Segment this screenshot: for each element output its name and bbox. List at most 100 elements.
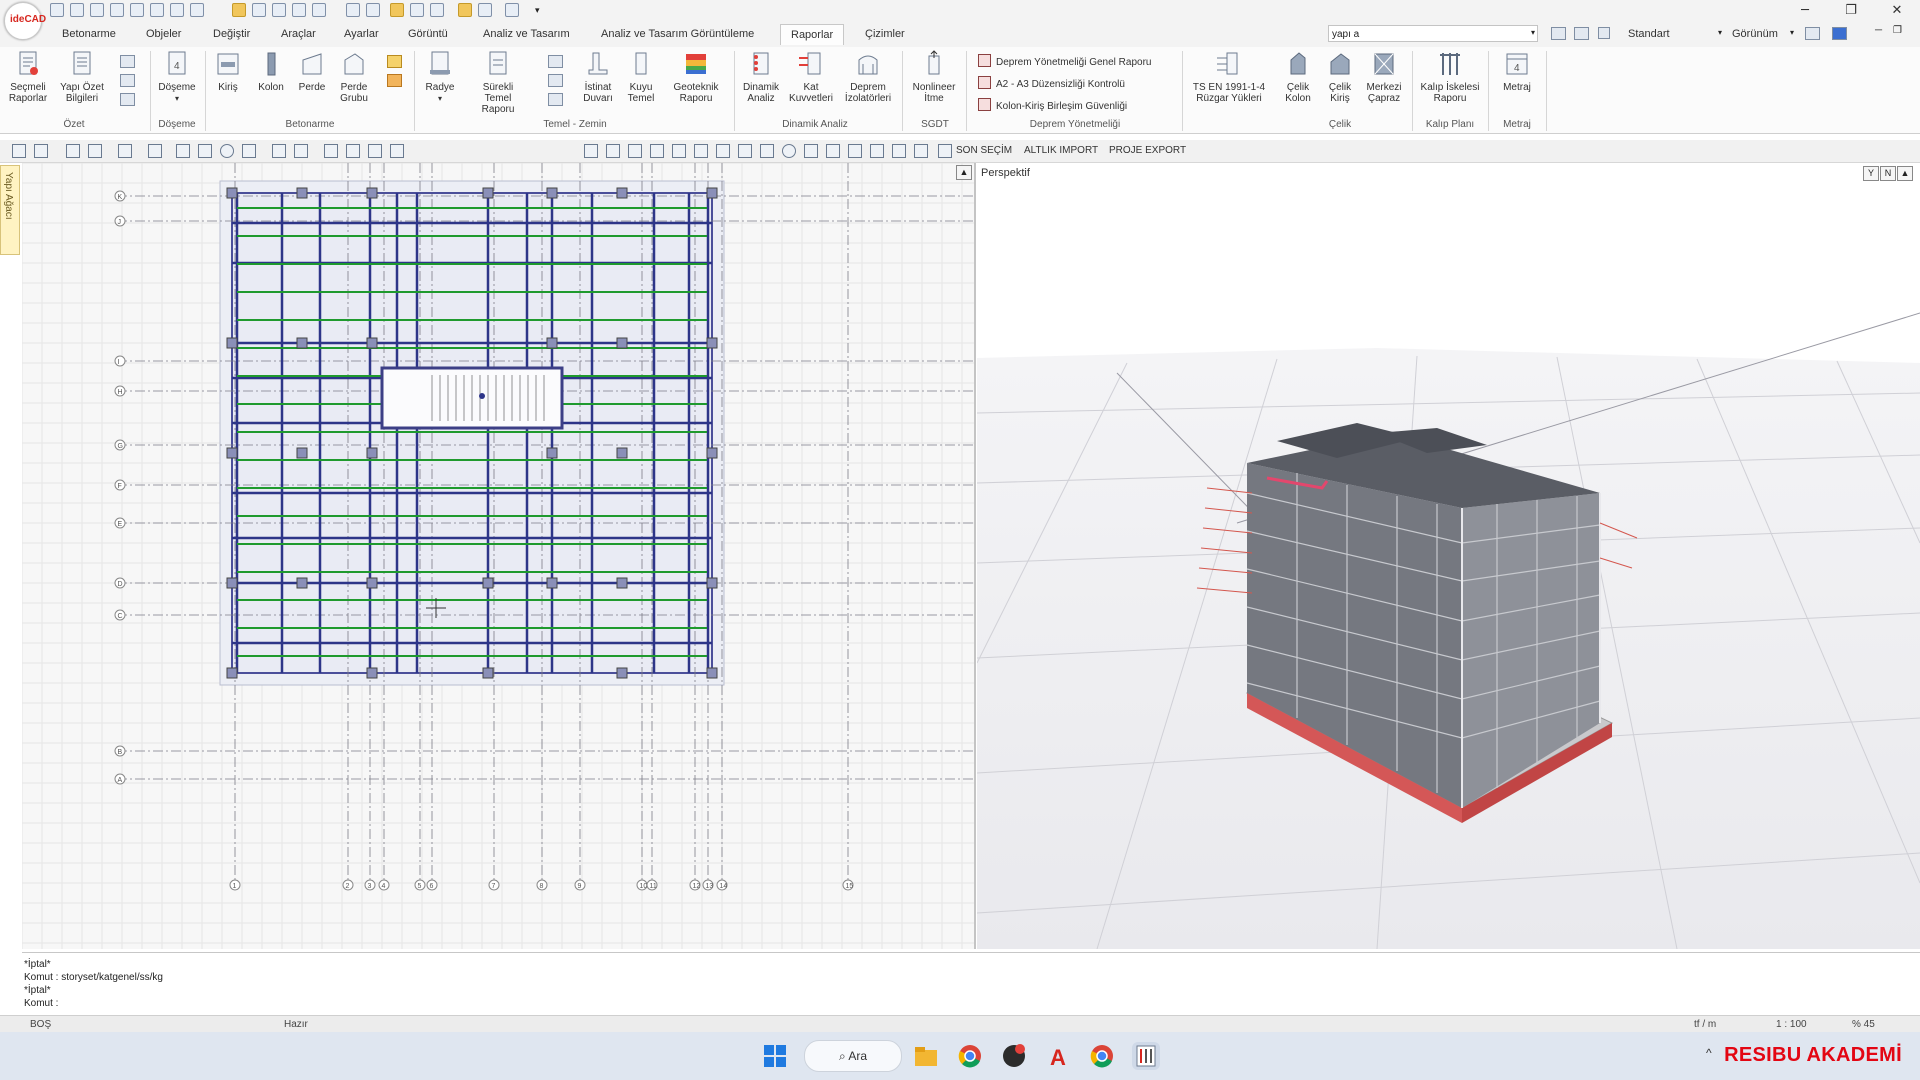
app-icon[interactable] xyxy=(1000,1042,1028,1070)
kolon-kiris-birlesim-item[interactable]: Kolon-Kiriş Birleşim Güvenliği xyxy=(978,98,1127,112)
tab-araclar[interactable]: Araçlar xyxy=(281,28,316,40)
export-icon[interactable] xyxy=(120,93,135,106)
hatch-icon[interactable] xyxy=(242,144,256,158)
tab-goruntu[interactable]: Görüntü xyxy=(408,28,448,40)
view-maximize-icon[interactable]: ▲ xyxy=(1897,166,1913,181)
proje-export-button[interactable]: PROJE EXPORT xyxy=(1109,145,1186,156)
maximize-icon[interactable]: ❐ xyxy=(1828,0,1874,22)
surekli-temel-button[interactable]: Sürekli Temel Raporu xyxy=(470,50,526,115)
grid-icon[interactable] xyxy=(346,3,360,17)
yapi-ozet-button[interactable]: Yapı Özet Bilgileri xyxy=(56,50,108,114)
zoom-in-icon[interactable] xyxy=(12,144,26,158)
a2-a3-kontrol-item[interactable]: A2 - A3 Düzensizliği Kontrolü xyxy=(978,76,1125,90)
perspective-view[interactable]: Perspektif Y N ▲ xyxy=(977,163,1920,949)
stair-icon[interactable] xyxy=(458,3,472,17)
brush-icon[interactable] xyxy=(505,3,519,17)
style-select[interactable]: Standart xyxy=(1628,28,1670,40)
chrome-icon[interactable] xyxy=(956,1042,984,1070)
extend-icon[interactable] xyxy=(430,3,444,17)
settings-icon[interactable] xyxy=(1805,27,1820,40)
search-input[interactable]: yapı a xyxy=(1328,25,1538,42)
trim-icon[interactable] xyxy=(410,3,424,17)
nonlineer-itme-button[interactable]: Nonlineer İtme xyxy=(906,50,962,114)
taskbar-search[interactable]: ⌕ Ara xyxy=(804,1040,902,1072)
new-file-icon[interactable] xyxy=(70,3,84,17)
son-secim-button[interactable]: SON SEÇİM xyxy=(956,145,1012,156)
tab-raporlar[interactable]: Raporlar xyxy=(780,24,845,45)
tab-betonarme[interactable]: Betonarme xyxy=(62,28,116,40)
plan-view-maximize-icon[interactable]: ▲ xyxy=(956,165,972,180)
table-icon[interactable] xyxy=(120,55,135,68)
merkezi-capraz-button[interactable]: Merkezi Çapraz xyxy=(1362,50,1406,114)
redo-icon[interactable] xyxy=(170,3,184,17)
minimize-icon[interactable]: ─ xyxy=(1782,0,1828,22)
style-icon[interactable] xyxy=(1598,27,1610,39)
status-zoom[interactable]: % 45 xyxy=(1852,1019,1875,1030)
dimension-icon[interactable] xyxy=(272,3,286,17)
help-icon[interactable] xyxy=(1832,27,1847,40)
status-scale[interactable]: 1 : 100 xyxy=(1776,1019,1807,1030)
break-icon[interactable] xyxy=(826,144,840,158)
print-icon[interactable] xyxy=(1574,27,1589,40)
pan-icon[interactable] xyxy=(66,144,80,158)
join-icon[interactable] xyxy=(848,144,862,158)
perde-grubu-button[interactable]: Perde Grubu xyxy=(334,50,374,114)
lock-icon[interactable] xyxy=(672,144,686,158)
deprem-genel-raporu-item[interactable]: Deprem Yönetmeliği Genel Raporu xyxy=(978,54,1151,68)
tab-degistir[interactable]: Değiştir xyxy=(213,28,250,40)
zoom-extents-icon[interactable] xyxy=(34,144,48,158)
stack-icon[interactable] xyxy=(650,144,664,158)
tab-analiz-tasarim[interactable]: Analiz ve Tasarım xyxy=(483,28,570,40)
kiris-button[interactable]: Kiriş xyxy=(210,50,246,114)
ts-en-ruzgar-button[interactable]: TS EN 1991-1-4 Rüzgar Yükleri xyxy=(1186,50,1272,114)
snap-icon[interactable] xyxy=(366,3,380,17)
list-icon[interactable] xyxy=(120,74,135,87)
metraj-button[interactable]: 4 Metraj xyxy=(1492,50,1542,114)
stair-report-icon[interactable] xyxy=(387,74,402,87)
warning-icon[interactable] xyxy=(628,144,642,158)
radye-button[interactable]: Radye ▾ xyxy=(418,50,462,114)
yapi-agaci-tab[interactable]: Yapı Ağacı xyxy=(0,165,20,255)
arc-icon[interactable] xyxy=(198,144,212,158)
tab-cizimler[interactable]: Çizimler xyxy=(865,28,905,40)
mirror-icon[interactable] xyxy=(346,144,360,158)
dinamik-analiz-button[interactable]: Dinamik Analiz xyxy=(738,50,784,114)
save-as-icon[interactable] xyxy=(130,3,144,17)
undo-icon[interactable] xyxy=(150,3,164,17)
scale-icon[interactable] xyxy=(390,144,404,158)
footing-icon[interactable] xyxy=(548,55,563,68)
measure-icon[interactable] xyxy=(312,3,326,17)
celik-kiris-button[interactable]: Çelik Kiriş xyxy=(1320,50,1360,114)
secmeli-raporlar-button[interactable]: Seçmeli Raporlar xyxy=(6,50,50,114)
command-window[interactable]: *İptal* Komut : storyset/katgenel/ss/kg … xyxy=(22,952,1920,1015)
idecad-taskbar-icon[interactable] xyxy=(1132,1042,1160,1070)
array-icon[interactable] xyxy=(368,144,382,158)
rotate-icon[interactable] xyxy=(782,144,796,158)
tab-objeler[interactable]: Objeler xyxy=(146,28,181,40)
layout-icon[interactable] xyxy=(1551,27,1566,40)
render-icon[interactable] xyxy=(118,144,132,158)
match-icon[interactable] xyxy=(892,144,906,158)
windows-start-icon[interactable] xyxy=(761,1042,789,1070)
properties-icon[interactable] xyxy=(914,144,928,158)
polyline-icon[interactable] xyxy=(272,144,286,158)
layers-icon[interactable] xyxy=(232,3,246,17)
align-icon[interactable] xyxy=(292,3,306,17)
tab-analiz-goruntuleme[interactable]: Analiz ve Tasarım Görüntüleme xyxy=(601,28,754,40)
file-explorer-icon[interactable] xyxy=(912,1042,940,1070)
istinat-button[interactable]: İstinat Duvarı xyxy=(576,50,620,114)
kolon-button[interactable]: Kolon xyxy=(252,50,290,114)
altlik-import-button[interactable]: ALTLIK IMPORT xyxy=(1024,145,1098,156)
quick-access-dropdown-icon[interactable]: ▾ xyxy=(535,3,545,17)
paint-icon[interactable] xyxy=(694,144,708,158)
view-dropdown-icon[interactable]: ▾ xyxy=(1790,28,1794,37)
grid-axis-icon[interactable] xyxy=(148,144,162,158)
stretch-icon[interactable] xyxy=(804,144,818,158)
open-file-icon[interactable] xyxy=(90,3,104,17)
command-input[interactable]: Komut : xyxy=(22,997,1920,1010)
view-menu[interactable]: Görünüm xyxy=(1732,28,1778,40)
selection-icon[interactable] xyxy=(938,144,952,158)
eraser-icon[interactable] xyxy=(606,144,620,158)
move-icon[interactable] xyxy=(738,144,752,158)
kuyu-temel-button[interactable]: Kuyu Temel xyxy=(622,50,660,114)
